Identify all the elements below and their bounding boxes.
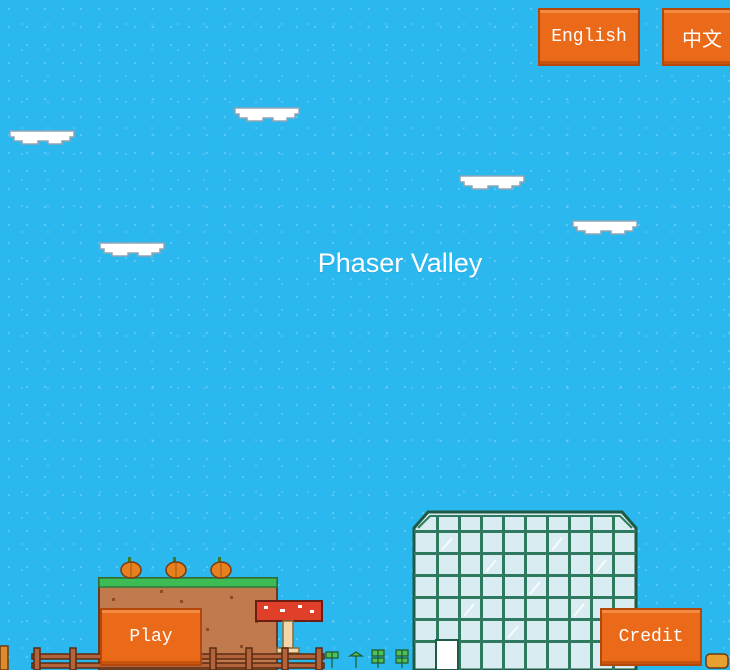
pumpkin-icon — [210, 557, 232, 579]
play-button[interactable]: Play — [100, 608, 202, 666]
pumpkin-icon — [120, 557, 142, 579]
pumpkin-icon — [165, 557, 187, 579]
credit-button[interactable]: Credit — [600, 608, 702, 666]
chinese-language-button[interactable]: 中文 — [662, 8, 730, 66]
english-language-button[interactable]: English — [538, 8, 640, 66]
hay-bale-icon — [705, 653, 729, 669]
sprout-icon — [325, 649, 409, 668]
farm-scene — [0, 510, 729, 670]
hay-bale-icon — [0, 645, 9, 670]
